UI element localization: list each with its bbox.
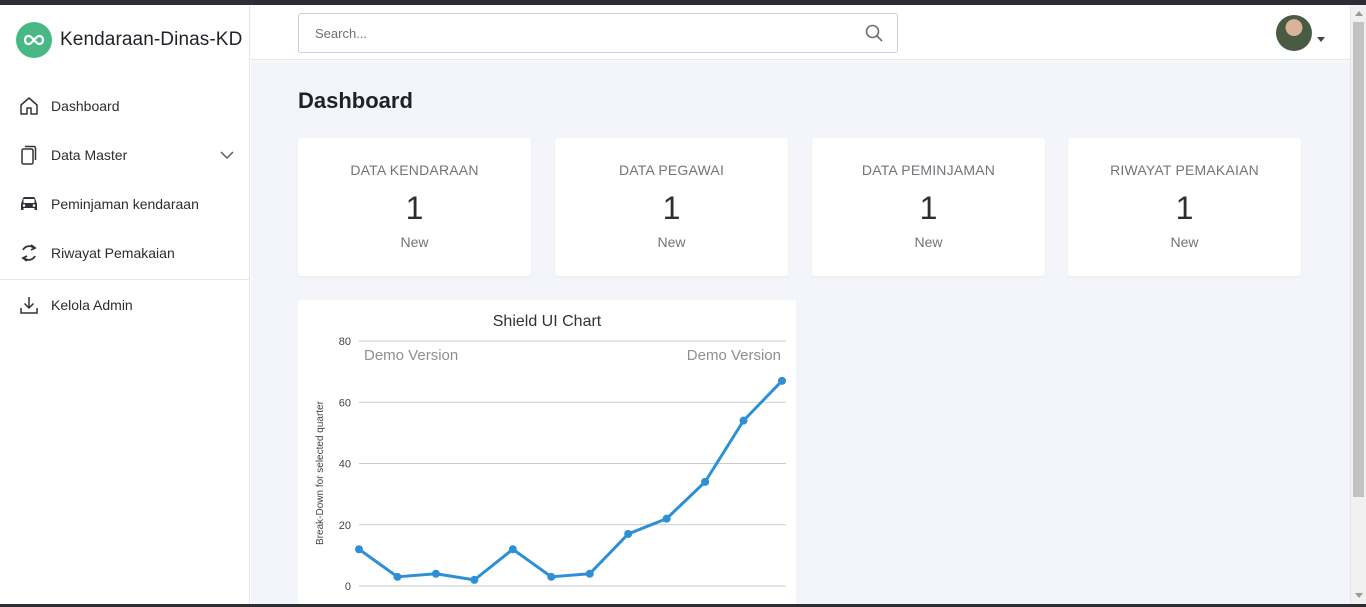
chart-data-point[interactable] <box>624 529 633 538</box>
home-icon <box>18 95 40 117</box>
search-icon[interactable] <box>865 24 883 47</box>
download-icon <box>18 294 40 316</box>
chart-watermark-right: Demo Version <box>687 347 781 364</box>
chart-title: Shield UI Chart <box>493 313 602 330</box>
sidebar-item-dashboard[interactable]: Dashboard <box>0 81 250 130</box>
chart-y-tick-label: 60 <box>339 397 351 409</box>
sidebar-item-label: Kelola Admin <box>51 296 133 313</box>
chart-watermark-left: Demo Version <box>364 347 458 364</box>
chart-y-tick-label: 20 <box>339 520 351 532</box>
chart-data-point[interactable] <box>739 416 748 425</box>
sidebar-item-data-master[interactable]: Data Master <box>0 130 250 179</box>
sidebar-item-riwayat[interactable]: Riwayat Pemakaian <box>0 228 250 277</box>
sidebar-item-label: Data Master <box>51 146 128 163</box>
chevron-down-icon[interactable] <box>220 146 234 164</box>
card-title: DATA PEGAWAI <box>618 162 725 178</box>
brand[interactable]: Kendaraan-Dinas-KD <box>16 22 242 58</box>
scroll-down-arrow-icon[interactable] <box>1355 593 1363 598</box>
scroll-thumb[interactable] <box>1353 22 1364 497</box>
chart-y-tick-label: 80 <box>339 336 351 348</box>
top-header <box>251 5 1350 60</box>
chart-data-point[interactable] <box>393 572 402 581</box>
card-sub: New <box>914 234 943 250</box>
sidebar-item-kelola-admin[interactable]: Kelola Admin <box>0 280 250 329</box>
chart-data-point[interactable] <box>547 572 556 581</box>
sidebar-item-peminjaman[interactable]: Peminjaman kendaraan <box>0 179 250 228</box>
chart-data-point[interactable] <box>778 376 786 385</box>
stat-card-peminjaman[interactable]: DATA PEMINJAMAN 1 New <box>812 138 1045 276</box>
card-value: 1 <box>919 190 938 226</box>
card-sub: New <box>657 234 686 250</box>
avatar[interactable] <box>1276 15 1312 51</box>
card-value: 1 <box>405 190 424 226</box>
card-sub: New <box>400 234 429 250</box>
sidebar-item-label: Dashboard <box>51 97 120 114</box>
chart-y-tick-label: 0 <box>345 581 351 593</box>
chart-grid: 0 20 40 60 80 <box>339 336 786 593</box>
chart-y-tick-label: 40 <box>339 459 351 471</box>
chart-data-point[interactable] <box>508 545 517 554</box>
sidebar-item-label: Peminjaman kendaraan <box>51 195 199 212</box>
chart-data-point[interactable] <box>355 545 363 554</box>
chart-y-axis-label: Break-Down for selected quarter <box>315 400 326 545</box>
infinity-icon <box>16 22 52 58</box>
brand-name: Kendaraan-Dinas-KD <box>60 29 243 50</box>
line-chart: Shield UI Chart Demo Version Demo Versio… <box>315 313 786 593</box>
sidebar: Kendaraan-Dinas-KD Dashboard Data Master… <box>0 5 250 604</box>
chart-data-point[interactable] <box>701 477 710 486</box>
page-scrollbar[interactable] <box>1350 5 1366 604</box>
stat-card-kendaraan[interactable]: DATA KENDARAAN 1 New <box>298 138 531 276</box>
chart-panel: Shield UI Chart Demo Version Demo Versio… <box>298 300 796 604</box>
card-title: DATA KENDARAAN <box>350 162 479 178</box>
car-icon <box>18 193 40 215</box>
main-content: Dashboard DATA KENDARAAN 1 New DATA PEGA… <box>251 61 1350 604</box>
card-value: 1 <box>1175 190 1194 226</box>
stat-card-pegawai[interactable]: DATA PEGAWAI 1 New <box>555 138 788 276</box>
refresh-icon <box>18 242 40 264</box>
card-sub: New <box>1170 234 1199 250</box>
sidebar-nav: Dashboard Data Master Peminjaman kendara… <box>0 81 250 329</box>
page-title: Dashboard <box>298 88 413 113</box>
chart-data-point[interactable] <box>431 569 440 578</box>
search-box <box>298 13 898 53</box>
search-input[interactable] <box>299 14 859 52</box>
chart-data-point[interactable] <box>585 569 594 578</box>
card-title: DATA PEMINJAMAN <box>861 162 996 178</box>
copy-icon <box>18 144 40 166</box>
chart-data-point[interactable] <box>662 514 671 523</box>
sidebar-item-label: Riwayat Pemakaian <box>51 244 175 261</box>
chart-series <box>355 376 786 584</box>
card-value: 1 <box>662 190 681 226</box>
chart-series-line <box>358 379 784 582</box>
scroll-up-arrow-icon[interactable] <box>1355 11 1363 16</box>
stat-card-riwayat[interactable]: RIWAYAT PEMAKAIAN 1 New <box>1068 138 1301 276</box>
caret-down-icon[interactable] <box>1317 29 1325 47</box>
chart-data-point[interactable] <box>470 575 479 584</box>
card-title: RIWAYAT PEMAKAIAN <box>1110 162 1259 178</box>
